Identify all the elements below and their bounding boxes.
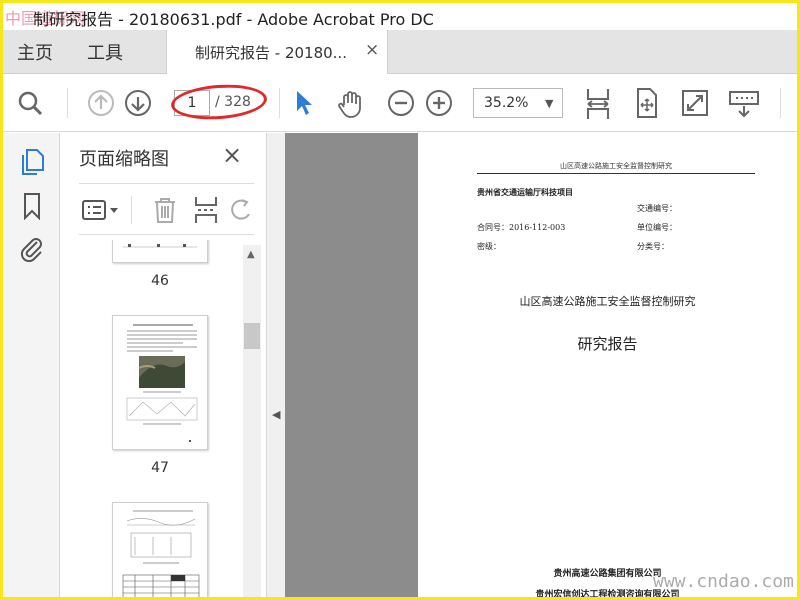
close-tab-icon[interactable]: × xyxy=(365,40,379,60)
page-thumbnails-icon[interactable] xyxy=(17,147,47,177)
toolbar-divider xyxy=(780,88,781,118)
title-bar: 中国道标网 制研究报告 - 20180631.pdf - Adobe Acrob… xyxy=(3,3,797,30)
toolbar-divider xyxy=(279,88,280,118)
tab-bar: 主页 工具 制研究报告 - 20180... × xyxy=(3,30,797,74)
page-thumbnail[interactable] xyxy=(112,315,208,450)
contract-number-field: 合同号：2016-112-003 xyxy=(477,223,566,232)
delete-icon[interactable] xyxy=(151,195,179,225)
scroll-up-arrow-icon[interactable]: ▲ xyxy=(247,249,255,260)
full-screen-icon[interactable] xyxy=(679,87,711,119)
panel-title: 页面缩略图 xyxy=(79,149,169,170)
left-navigation-rail xyxy=(3,133,60,597)
secret-level-field: 密级： xyxy=(477,242,501,251)
toolbar: 1 / 328 35.2% ▼ xyxy=(3,74,797,132)
site-watermark: www.cndao.com xyxy=(653,571,794,592)
next-page-icon[interactable] xyxy=(123,88,153,118)
zoom-out-icon[interactable] xyxy=(386,88,416,118)
thumbnail-list: 46 47 xyxy=(60,240,243,597)
attachment-icon[interactable] xyxy=(17,233,47,263)
scrollbar-thumb[interactable] xyxy=(244,323,260,349)
zoom-level-select[interactable]: 35.2% ▼ xyxy=(473,88,563,118)
document-title: 山区高速公路施工安全监督控制研究 xyxy=(519,295,696,308)
tab-tools[interactable]: 工具 xyxy=(87,39,123,65)
rotate-view-icon[interactable] xyxy=(631,86,661,120)
fit-width-icon[interactable] xyxy=(583,86,613,122)
close-panel-icon[interactable]: × xyxy=(222,141,242,169)
read-mode-icon[interactable] xyxy=(727,87,761,119)
rotate-page-icon[interactable] xyxy=(229,195,253,225)
category-number-field: 分类号： xyxy=(637,242,669,251)
document-tab-label: 制研究报告 - 20180... xyxy=(195,44,347,62)
tab-home[interactable]: 主页 xyxy=(17,39,53,65)
select-cursor-icon[interactable] xyxy=(291,88,317,118)
pdf-page: 山区高速公路施工安全监督控制研究 贵州省交通运输厅科技项目 交通编号： 合同号：… xyxy=(418,133,797,597)
document-subtitle: 研究报告 xyxy=(577,335,638,353)
collapse-panel-handle[interactable]: ◀ xyxy=(267,133,285,597)
collapse-left-arrow-icon[interactable]: ◀ xyxy=(272,408,280,421)
tab-document[interactable]: 制研究报告 - 20180... × xyxy=(166,30,388,74)
toolbar-divider xyxy=(131,196,132,224)
page-header: 山区高速公路施工安全监督控制研究 xyxy=(477,161,755,174)
app-window: 中国道标网 制研究报告 - 20180631.pdf - Adobe Acrob… xyxy=(0,0,800,600)
hand-tool-icon[interactable] xyxy=(335,88,367,120)
insert-page-icon[interactable] xyxy=(192,195,220,225)
toolbar-divider xyxy=(67,88,68,118)
page-thumbnails-panel: 页面缩略图 × 46 47 ▲ xyxy=(60,133,267,597)
search-icon[interactable] xyxy=(15,88,45,118)
options-menu-icon[interactable] xyxy=(81,196,121,224)
thumbnail-toolbar xyxy=(79,183,254,235)
bookmark-icon[interactable] xyxy=(17,191,47,221)
zoom-in-icon[interactable] xyxy=(424,88,454,118)
unit-code-field: 单位编号： xyxy=(637,223,677,232)
chevron-down-icon: ▼ xyxy=(545,97,554,110)
page-thumbnail[interactable] xyxy=(112,240,208,263)
previous-page-icon[interactable] xyxy=(86,88,116,118)
zoom-value: 35.2% xyxy=(484,95,529,111)
window-title: 制研究报告 - 20180631.pdf - Adobe Acrobat Pro… xyxy=(33,10,434,29)
annotation-circle xyxy=(169,81,269,123)
page-thumbnail[interactable] xyxy=(112,502,208,597)
thumbnail-page-number: 46 xyxy=(151,273,169,289)
document-view: 山区高速公路施工安全监督控制研究 贵州省交通运输厅科技项目 交通编号： 合同号：… xyxy=(285,133,797,597)
thumbnail-page-number: 47 xyxy=(151,460,169,476)
thumbnail-scrollbar[interactable]: ▲ xyxy=(243,245,261,597)
project-line: 贵州省交通运输厅科技项目 xyxy=(477,187,573,197)
traffic-number-field: 交通编号： xyxy=(637,204,677,213)
